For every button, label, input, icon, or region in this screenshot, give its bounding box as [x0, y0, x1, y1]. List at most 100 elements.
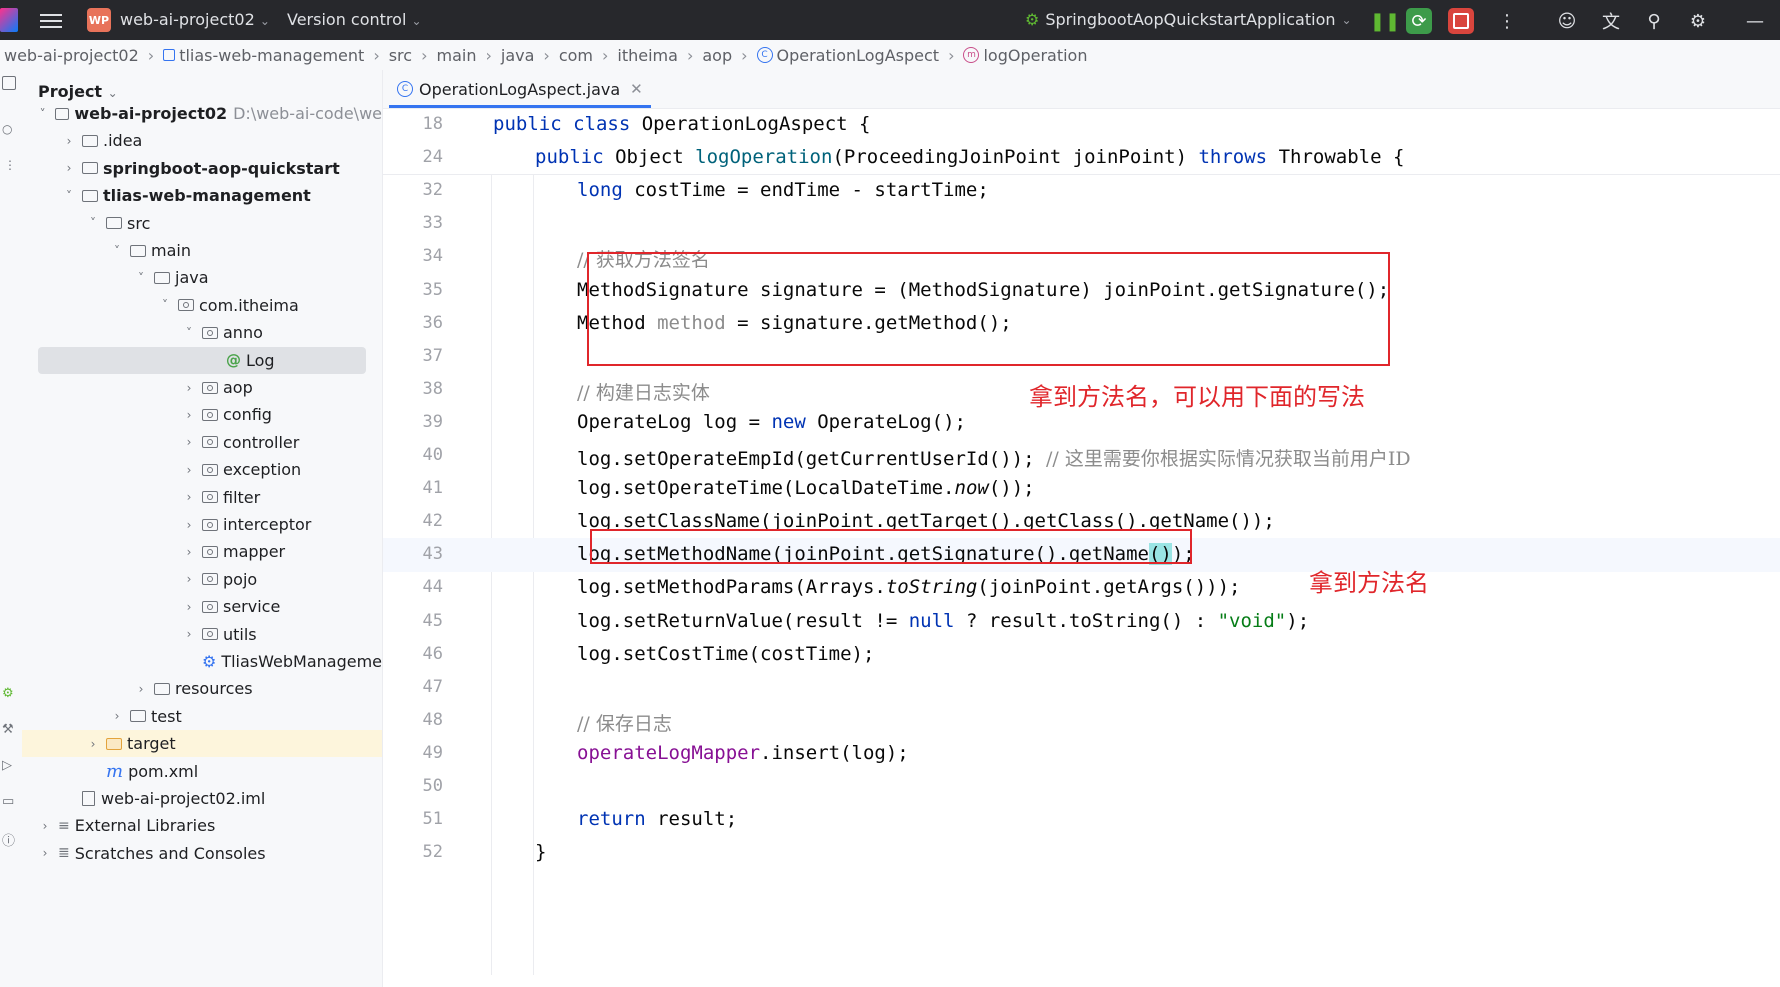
run-configuration-selector[interactable]: ⚙ SpringbootAopQuickstartApplication ⌄ — [1025, 10, 1352, 29]
line-number[interactable]: 51 — [383, 809, 443, 829]
close-icon[interactable]: ✕ — [630, 80, 643, 98]
tree-item[interactable]: › test — [22, 703, 382, 730]
code-line[interactable]: public class OperationLogAspect { — [493, 113, 871, 135]
line-number[interactable]: 24 — [383, 147, 443, 167]
line-number[interactable]: 48 — [383, 710, 443, 730]
tree-item[interactable]: m pom.xml — [22, 758, 382, 785]
chevron-right-icon[interactable]: › — [62, 134, 76, 148]
tree-item[interactable]: › ≣ Scratches and Consoles — [22, 840, 382, 867]
tree-item[interactable]: › utils — [22, 621, 382, 648]
commit-tool-icon[interactable]: ○ — [2, 122, 12, 136]
line-number[interactable]: 36 — [383, 313, 443, 333]
breadcrumb-item-class[interactable]: C OperationLogAspect — [756, 46, 939, 65]
line-number[interactable]: 40 — [383, 445, 443, 465]
line-number[interactable]: 46 — [383, 644, 443, 664]
chevron-right-icon[interactable]: › — [182, 381, 196, 395]
ide-logo-icon[interactable] — [0, 8, 18, 32]
chevron-down-icon[interactable]: ˅ — [62, 189, 76, 203]
tree-item[interactable]: › config — [22, 401, 382, 428]
code-line[interactable]: return result; — [577, 808, 737, 830]
chevron-right-icon[interactable]: › — [182, 463, 196, 477]
chevron-down-icon[interactable]: ˅ — [110, 244, 124, 258]
line-number[interactable]: 45 — [383, 611, 443, 631]
project-switcher[interactable]: web-ai-project02 ⌄ — [120, 10, 270, 29]
chevron-right-icon[interactable]: › — [182, 572, 196, 586]
rerun-icon[interactable]: ⟳ — [1406, 8, 1432, 34]
breadcrumb-item-itheima[interactable]: itheima — [617, 46, 678, 65]
line-number[interactable]: 50 — [383, 776, 443, 796]
code-editor[interactable]: ⚠1 18public class OperationLogAspect {24… — [383, 109, 1780, 987]
chevron-right-icon[interactable]: › — [110, 709, 124, 723]
tree-item[interactable]: › service — [22, 593, 382, 620]
line-number[interactable]: 37 — [383, 346, 443, 366]
translate-icon[interactable]: 文 — [1598, 8, 1624, 34]
more-actions-icon[interactable]: ⋮ — [1494, 8, 1520, 34]
chevron-right-icon[interactable]: › — [182, 408, 196, 422]
tree-item[interactable]: › pojo — [22, 566, 382, 593]
chevron-down-icon[interactable]: ˅ — [158, 298, 172, 312]
line-number[interactable]: 34 — [383, 246, 443, 266]
tree-item[interactable]: ˅ java — [22, 264, 382, 291]
chevron-right-icon[interactable]: › — [86, 737, 100, 751]
chevron-down-icon[interactable]: ˅ — [182, 326, 196, 340]
tree-item[interactable]: ˅ web-ai-project02 D:\web-ai-code\we — [22, 100, 382, 127]
code-line[interactable]: log.setCostTime(costTime); — [577, 643, 874, 665]
line-number[interactable]: 42 — [383, 511, 443, 531]
tab-operation-log-aspect[interactable]: C OperationLogAspect.java ✕ — [389, 70, 651, 108]
user-icon[interactable]: ☺ — [1554, 8, 1580, 34]
search-icon[interactable]: ⚲ — [1641, 8, 1667, 34]
tree-item[interactable]: › controller — [22, 429, 382, 456]
tree-item[interactable]: web-ai-project02.iml — [22, 785, 382, 812]
tree-item[interactable]: ˅ tlias-web-management — [22, 182, 382, 209]
code-line[interactable]: operateLogMapper.insert(log); — [577, 742, 909, 764]
tree-item[interactable]: › target — [22, 730, 382, 758]
tree-item[interactable]: ⚙ TliasWebManageme — [22, 648, 382, 675]
code-line[interactable]: OperateLog log = new OperateLog(); — [577, 411, 966, 433]
code-line[interactable]: long costTime = endTime - startTime; — [577, 179, 989, 201]
problems-tool-icon[interactable]: ⓘ — [2, 830, 15, 849]
build-tool-icon[interactable]: ⚒ — [2, 722, 14, 737]
line-number[interactable]: 33 — [383, 213, 443, 233]
line-number[interactable]: 52 — [383, 842, 443, 862]
line-number[interactable]: 38 — [383, 379, 443, 399]
version-control-menu[interactable]: Version control ⌄ — [287, 10, 422, 29]
line-number[interactable]: 18 — [383, 114, 443, 134]
chevron-right-icon[interactable]: › — [182, 545, 196, 559]
tree-item[interactable]: › .idea — [22, 127, 382, 154]
chevron-right-icon[interactable]: › — [182, 600, 196, 614]
breadcrumb-item-com[interactable]: com — [559, 46, 593, 65]
tree-item[interactable]: ˅ anno — [22, 319, 382, 346]
breadcrumb-item-project[interactable]: web-ai-project02 — [4, 46, 139, 65]
breadcrumb-item-method[interactable]: m logOperation — [963, 46, 1087, 65]
run-tool-icon[interactable]: ▷ — [2, 758, 12, 773]
tree-item[interactable]: › springboot-aop-quickstart — [22, 155, 382, 182]
chevron-right-icon[interactable]: › — [134, 682, 148, 696]
code-line[interactable]: public Object logOperation(ProceedingJoi… — [535, 146, 1404, 168]
project-tool-icon[interactable] — [2, 76, 16, 90]
line-number[interactable]: 43 — [383, 544, 443, 564]
code-line[interactable]: log.setOperateTime(LocalDateTime.now()); — [577, 477, 1035, 499]
line-number[interactable]: 32 — [383, 180, 443, 200]
chevron-right-icon[interactable]: › — [182, 627, 196, 641]
tree-item[interactable]: › exception — [22, 456, 382, 483]
chevron-right-icon[interactable]: › — [62, 161, 76, 175]
line-number[interactable]: 41 — [383, 478, 443, 498]
services-tool-icon[interactable]: ⚙ — [2, 686, 14, 701]
code-line[interactable]: } — [535, 841, 546, 863]
line-number[interactable]: 39 — [383, 412, 443, 432]
tree-item[interactable]: › interceptor — [22, 511, 382, 538]
chevron-down-icon[interactable]: ˅ — [86, 216, 100, 230]
terminal-tool-icon[interactable]: ▭ — [2, 794, 14, 809]
code-line[interactable]: log.setReturnValue(result != null ? resu… — [577, 610, 1309, 632]
chevron-down-icon[interactable]: ˅ — [134, 271, 148, 285]
breadcrumb-item-java[interactable]: java — [501, 46, 535, 65]
chevron-right-icon[interactable]: › — [182, 435, 196, 449]
tree-item[interactable]: ˅ com.itheima — [22, 292, 382, 319]
breadcrumb-item-main[interactable]: main — [436, 46, 476, 65]
stop-icon[interactable] — [1448, 8, 1474, 34]
tree-item[interactable]: @ Log — [38, 346, 366, 374]
breadcrumb-item-src[interactable]: src — [389, 46, 412, 65]
project-badge[interactable]: WP — [87, 8, 111, 32]
chevron-right-icon[interactable]: › — [38, 819, 52, 833]
line-number[interactable]: 49 — [383, 743, 443, 763]
